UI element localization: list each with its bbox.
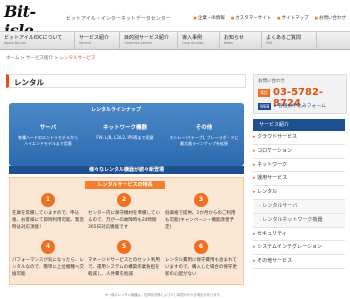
feature-number-badge: 2 (117, 193, 131, 207)
sidebar-heading: サービス紹介 (253, 119, 345, 131)
feature-number-badge: 6 (194, 240, 208, 254)
breadcrumb-current: レンタルサービス (59, 56, 96, 61)
sidebar-item-cloud[interactable]: クラウドサービス (253, 131, 345, 145)
nav-item-service[interactable]: サービス紹介 Service (75, 32, 120, 49)
lineup-banner: 様々なレンタル機器が続々新登場 (9, 166, 244, 174)
site-tagline: ビットアイル・インターネットデータセンター (66, 16, 171, 22)
breadcrumb: ホーム > サービス紹介 > レンタルサービス (6, 56, 96, 61)
web-badge: WEB (258, 103, 272, 110)
feature-item-2: 2 センター内に保守機材を準備しているので、万が一の故障時も24時間365日対応… (88, 193, 160, 231)
lineup-title: レンタルラインナップ (91, 107, 142, 113)
nav-item-news[interactable]: お知らせ News (220, 32, 262, 49)
contact-label: お問い合わせ (258, 79, 285, 84)
sidebar-item-si[interactable]: システムインテグレーション (253, 241, 345, 256)
util-link-corporate[interactable]: 企業・IR情報 (193, 15, 225, 21)
breadcrumb-parent[interactable]: サービス紹介 (26, 56, 53, 61)
main-nav: ビットアイルIDCについて About Bit-isle サービス紹介 Serv… (0, 31, 350, 50)
nav-item-about[interactable]: ビットアイルIDCについて About Bit-isle (0, 32, 75, 49)
sidebar-item-rental[interactable]: レンタル (253, 186, 345, 200)
feature-number-badge: 5 (117, 240, 131, 254)
nav-item-faq[interactable]: よくあるご質問 FAQ (262, 32, 317, 49)
feature-item-4: 4 パフォーマンスが気になったら、レンタルなので、簡単に上位機種へ交換可能 (12, 240, 84, 278)
feature-item-3: 3 低価格で提供。1か月からのご利用も可能(キャンペーン・機能改善予定) (165, 193, 237, 231)
nav-item-objective[interactable]: 目的別サービス紹介 Objective Search (120, 32, 178, 49)
contact-box: お問い合わせ 電話 03-5782-8724 WEB ▸ 各種お申込みフォーム (253, 74, 347, 114)
logo[interactable]: Bit-isle internet data center (4, 2, 64, 42)
sidebar-item-network[interactable]: ネットワーク (253, 159, 345, 173)
feature-item-1: 1 在庫を常備していますので、申込後、お客様にて即時利用可能、緊急時は対応頂能！ (12, 193, 84, 231)
feature-number-badge: 4 (41, 240, 55, 254)
sidebar-item-operations[interactable]: 運用サービス (253, 172, 345, 187)
feature-item-6: 6 レンタル費用に保守費用も含まれていますので、購入した場合の保守更新の心配がな… (165, 240, 237, 278)
sidebar-item-security[interactable]: セキュリティ (253, 228, 345, 242)
sidebar-item-colocation[interactable]: コロケーション (253, 145, 345, 159)
feature-item-5: 5 マネージドサービスとのセット利用で、運用システムの構築作業負担を軽減し、人件… (88, 240, 160, 278)
breadcrumb-home[interactable]: ホーム (6, 56, 19, 61)
feature-number-badge: 3 (194, 193, 208, 207)
utility-nav: 企業・IR情報 カスタマーサイト サイトマップ お問い合わせ (193, 15, 346, 21)
sidebar-item-other[interactable]: その他サービス (253, 255, 345, 269)
page-title: レンタル (6, 74, 246, 88)
lineup-col-other[interactable]: その他 ストレージ(テープ), プレーラボ・ドに 最大限ラインナップを拡張 (166, 123, 242, 146)
tel-badge: 電話 (258, 89, 270, 97)
feature-number-badge: 1 (41, 193, 55, 207)
sidebar-subitem-rental-server[interactable]: レンタルサーバ (253, 199, 345, 214)
sidebar-subitem-rental-network[interactable]: レンタルネットワーク機器 (253, 213, 345, 228)
lineup-col-network[interactable]: ネットワーク機器 FW, L/B, L3/L2, IPS等まで用意 (89, 123, 161, 141)
util-link-sitemap[interactable]: サイトマップ (277, 15, 309, 21)
nav-item-case-studies[interactable]: 導入事例 Case Studies (178, 32, 220, 49)
lineup-col-server[interactable]: サーバ 各種ハードのエントリモデルから ハイエンドモデルまで用意 (12, 123, 84, 146)
features-footnote: ※一部のレンタル機器は、在庫状況等により少し時間がかかる場合があります。 (105, 293, 223, 297)
util-link-contact[interactable]: お問い合わせ (315, 15, 346, 21)
web-form-link[interactable]: ▸ 各種お申込みフォーム (274, 102, 326, 109)
sidebar-menu: クラウドサービス コロケーション ネットワーク 運用サービス レンタル レンタル… (253, 131, 345, 269)
features-title: レンタルサービスの特長 (85, 181, 165, 189)
util-link-customer-site[interactable]: カスタマーサイト (231, 15, 271, 21)
